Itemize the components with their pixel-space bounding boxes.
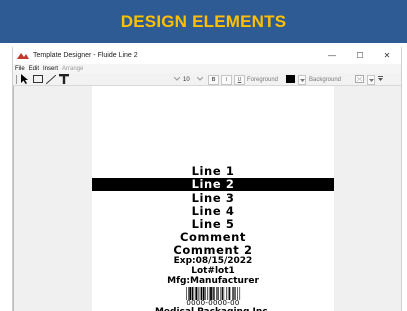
- background-label: Background: [309, 76, 342, 83]
- toolbar-grip-icon: [15, 74, 18, 84]
- design-workspace: Line 1 Line 2 Line 3 Line 4 Line 5 Comme…: [13, 86, 401, 311]
- font-size-value[interactable]: 10: [183, 75, 190, 84]
- label-canvas[interactable]: Line 1 Line 2 Line 3 Line 4 Line 5 Comme…: [92, 86, 334, 311]
- minimize-button[interactable]: —: [319, 47, 345, 64]
- bold-button[interactable]: B: [208, 75, 219, 85]
- label-line-2-selected[interactable]: Line 2: [92, 178, 334, 191]
- menu-edit[interactable]: Edit: [29, 66, 39, 72]
- font-dropdown-chevron-icon[interactable]: [173, 74, 181, 84]
- menu-bar: File Edit Insert Arrange: [13, 64, 401, 73]
- rectangle-tool-icon[interactable]: [32, 74, 43, 84]
- foreground-color-swatch[interactable]: [285, 74, 296, 84]
- menu-insert[interactable]: Insert: [43, 66, 58, 72]
- menu-arrange: Arrange: [62, 65, 84, 72]
- toolbar: 10 B I U Foreground Background: [13, 73, 401, 86]
- label-comment-2[interactable]: Comment 2: [92, 243, 334, 257]
- label-company[interactable]: Medical Packaging Inc.: [92, 307, 334, 311]
- label-line-3[interactable]: Line 3: [92, 191, 334, 205]
- menu-file[interactable]: File: [15, 66, 25, 72]
- font-size-chevron-icon[interactable]: [196, 74, 204, 84]
- select-arrow-icon[interactable]: [19, 74, 30, 84]
- template-designer-window: Template Designer - Fluide Line 2 — ☐ ✕ …: [12, 47, 402, 311]
- header-banner: DESIGN ELEMENTS: [0, 0, 407, 43]
- line-tool-icon[interactable]: [45, 74, 56, 84]
- underline-button[interactable]: U: [234, 75, 245, 85]
- label-manufacturer[interactable]: Mfg:Manufacturer: [92, 276, 334, 287]
- label-comment[interactable]: Comment: [92, 230, 334, 244]
- banner-title: DESIGN ELEMENTS: [120, 11, 287, 31]
- label-line-1[interactable]: Line 1: [92, 164, 334, 178]
- maximize-button[interactable]: ☐: [347, 47, 373, 64]
- text-tool-icon[interactable]: [58, 74, 70, 84]
- close-button[interactable]: ✕: [374, 47, 400, 64]
- workspace-divider: [13, 86, 14, 311]
- app-icon: [16, 52, 30, 60]
- label-line-4[interactable]: Line 4: [92, 204, 334, 218]
- background-dropdown-chevron-icon[interactable]: [367, 75, 375, 85]
- label-line-5[interactable]: Line 5: [92, 217, 334, 231]
- window-title: Template Designer - Fluide Line 2: [33, 52, 138, 59]
- title-bar: Template Designer - Fluide Line 2 — ☐ ✕: [13, 47, 401, 64]
- foreground-dropdown-chevron-icon[interactable]: [298, 75, 306, 85]
- background-transparent-swatch-icon[interactable]: [354, 74, 365, 84]
- foreground-label: Foreground: [247, 76, 279, 83]
- italic-button[interactable]: I: [221, 75, 232, 85]
- toolbar-overflow-icon[interactable]: [376, 74, 384, 84]
